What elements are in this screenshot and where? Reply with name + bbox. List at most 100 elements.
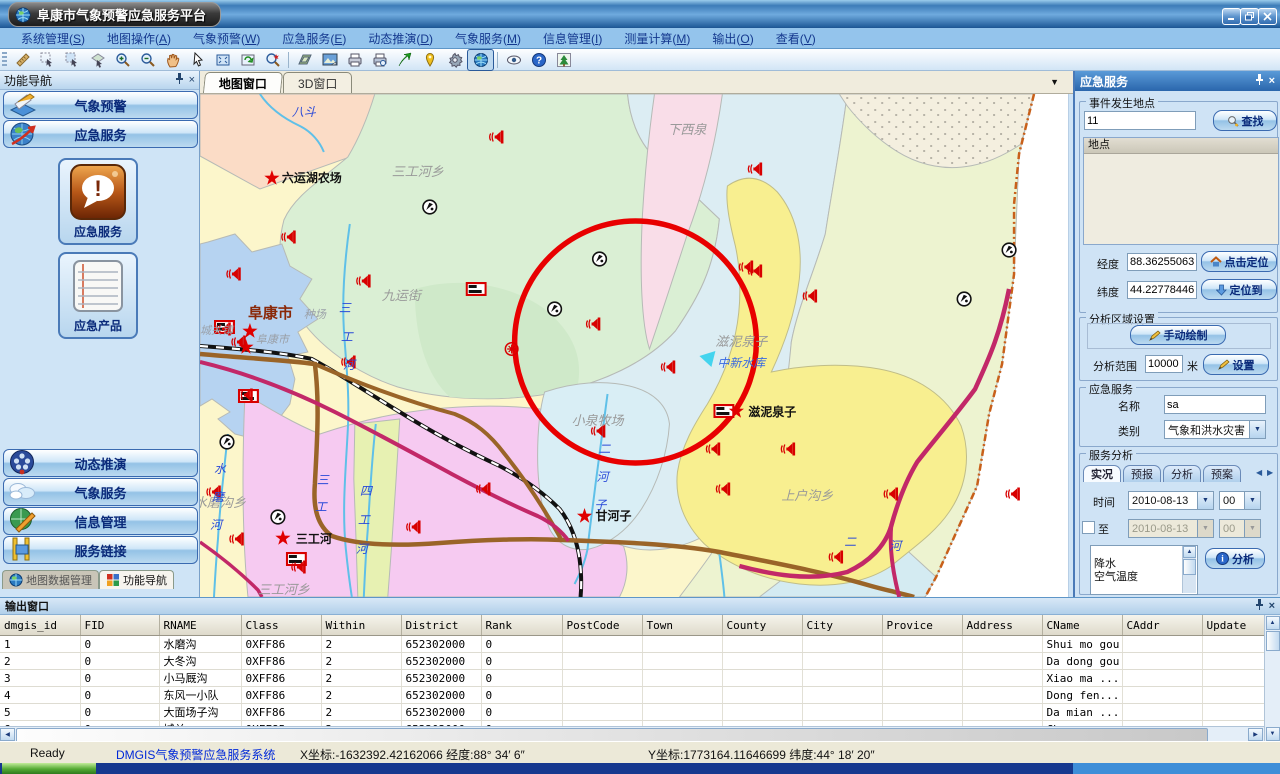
listbox-scrollbar[interactable]: ▲ — [1182, 546, 1196, 593]
select-area-button[interactable] — [85, 50, 110, 70]
find-button[interactable]: 查找 — [1213, 110, 1277, 131]
image-export-button[interactable] — [317, 50, 342, 70]
analysis-tab-实况[interactable]: 实况 — [1083, 465, 1121, 482]
hour-select[interactable]: 00▼ — [1219, 491, 1261, 510]
column-header[interactable]: Within — [321, 615, 401, 636]
green-arrow-button[interactable] — [392, 50, 417, 70]
menu-item[interactable]: 信息管理(I) — [532, 28, 613, 49]
column-header[interactable]: CName — [1042, 615, 1122, 636]
menu-item[interactable]: 地图操作(A) — [96, 28, 182, 49]
output-table[interactable]: dmgis_idFIDRNAMEClassWithinDistrictRankP… — [0, 615, 1264, 726]
service-name-input[interactable] — [1164, 395, 1266, 414]
column-header[interactable]: Provice — [882, 615, 962, 636]
locate-click-button[interactable]: 点击定位 — [1201, 251, 1277, 272]
chevron-down-icon[interactable]: ▼ — [1249, 421, 1265, 438]
column-header[interactable]: Address — [962, 615, 1042, 636]
layers-button[interactable] — [292, 50, 317, 70]
map-canvas[interactable]: 八斗六运湖农场三工河乡下西泉九运街阜康市种场城关镇阜康市滋泥泉子中新水库小泉牧场… — [200, 94, 1068, 597]
output-vscrollbar[interactable]: ▲ ▼ — [1264, 615, 1280, 742]
table-row[interactable]: 20大冬沟0XFF8626523020000Da dong gou — [0, 653, 1264, 670]
zoom-in-button[interactable] — [110, 50, 135, 70]
globe-button[interactable] — [467, 49, 494, 71]
help-button[interactable]: ? — [526, 50, 551, 70]
sidebar-item-信息管理[interactable]: 信息管理 — [3, 507, 198, 535]
column-header[interactable]: CAddr — [1122, 615, 1202, 636]
sidebar-item-服务链接[interactable]: 服务链接 — [3, 536, 198, 564]
analysis-tab-预案[interactable]: 预案 — [1203, 465, 1241, 482]
close-button[interactable] — [1258, 8, 1277, 25]
restore-button[interactable] — [1240, 8, 1259, 25]
location-list[interactable]: 地点 — [1083, 137, 1279, 245]
close-icon[interactable]: × — [1269, 601, 1275, 612]
element-listbox[interactable]: 降水空气温度 ▲ — [1090, 545, 1198, 595]
menu-item[interactable]: 输出(O) — [701, 28, 764, 49]
table-row[interactable]: 30小马厩沟0XFF8626523020000Xiao ma ... — [0, 670, 1264, 687]
pin-icon[interactable] — [1255, 74, 1264, 88]
analysis-tab-预报[interactable]: 预报 — [1123, 465, 1161, 482]
column-header[interactable]: City — [802, 615, 882, 636]
pin-icon[interactable] — [175, 73, 184, 87]
to-checkbox[interactable] — [1082, 521, 1095, 534]
menu-item[interactable]: 气象服务(M) — [444, 28, 532, 49]
column-header[interactable]: Class — [241, 615, 321, 636]
identify-button[interactable] — [260, 50, 285, 70]
menu-item[interactable]: 测量计算(M) — [613, 28, 701, 49]
pointer-button[interactable] — [185, 50, 210, 70]
pan-button[interactable] — [160, 50, 185, 70]
scroll-up-icon[interactable]: ▲ — [1266, 616, 1280, 630]
scroll-right-icon[interactable]: ▶ — [1248, 728, 1263, 741]
column-header[interactable]: PostCode — [562, 615, 642, 636]
category-select[interactable]: 气象和洪水灾害▼ — [1164, 420, 1266, 439]
scroll-left-icon[interactable]: ◀ — [0, 728, 15, 741]
close-icon[interactable]: × — [189, 75, 195, 86]
sidebar-item-动态推演[interactable]: 动态推演 — [3, 449, 198, 477]
chevron-down-icon[interactable]: ▼ — [1244, 492, 1260, 509]
refresh-button[interactable] — [235, 50, 260, 70]
location-search-input[interactable] — [1084, 111, 1196, 130]
scroll-up-icon[interactable]: ▲ — [1183, 546, 1196, 558]
column-header[interactable]: FID — [80, 615, 159, 636]
menu-item[interactable]: 系统管理(S) — [10, 28, 96, 49]
zoom-out-button[interactable] — [135, 50, 160, 70]
scroll-down-icon[interactable]: ▼ — [1266, 727, 1280, 741]
analyze-button[interactable]: i 分析 — [1205, 548, 1265, 569]
table-row[interactable]: 50大面场子沟0XFF8626523020000Da mian ... — [0, 704, 1264, 721]
sidebar-item-气象服务[interactable]: 气象服务 — [3, 478, 198, 506]
sidebar-item-应急服务[interactable]: 应急服务 — [3, 120, 198, 148]
sidebar-item-气象预警[interactable]: 气象预警 — [3, 91, 198, 119]
menu-item[interactable]: 应急服务(E) — [271, 28, 357, 49]
date-select[interactable]: 2010-08-13▼ — [1128, 491, 1214, 510]
latitude-input[interactable] — [1127, 281, 1197, 299]
analysis-tab-分析[interactable]: 分析 — [1163, 465, 1201, 482]
column-header[interactable]: dmgis_id — [0, 615, 80, 636]
table-row[interactable]: 10水磨沟0XFF8626523020000Shui mo gou — [0, 636, 1264, 653]
menu-item[interactable]: 动态推演(D) — [357, 28, 444, 49]
left-tab-地图数据管理[interactable]: 地图数据管理 — [2, 570, 99, 589]
map-tab-地图窗口[interactable]: 地图窗口 — [203, 72, 283, 93]
gear-button[interactable] — [442, 50, 467, 70]
pin-marker-button[interactable] — [417, 50, 442, 70]
set-button[interactable]: 设置 — [1203, 354, 1269, 375]
column-header[interactable]: RNAME — [159, 615, 241, 636]
tab-scroll-left-icon[interactable]: ◀ — [1256, 468, 1262, 477]
map-tab-dropdown-icon[interactable]: ▼ — [1050, 77, 1059, 87]
measure-button[interactable] — [10, 50, 35, 70]
column-header[interactable]: Rank — [481, 615, 562, 636]
minimize-button[interactable] — [1222, 8, 1241, 25]
pin-icon[interactable] — [1255, 599, 1264, 613]
big-button-应急服务[interactable]: !应急服务 — [58, 158, 138, 245]
left-tab-功能导航[interactable]: 功能导航 — [99, 570, 174, 589]
column-header[interactable]: Update — [1202, 615, 1264, 636]
full-extent-button[interactable] — [210, 50, 235, 70]
menu-item[interactable]: 查看(V) — [765, 28, 827, 49]
big-button-应急产品[interactable]: 应急产品 — [58, 252, 138, 339]
select-elem-button[interactable] — [60, 50, 85, 70]
location-list-header[interactable]: 地点 — [1084, 138, 1278, 154]
eye-button[interactable] — [501, 50, 526, 70]
menu-item[interactable]: 气象预警(W) — [182, 28, 271, 49]
analysis-range-input[interactable] — [1145, 355, 1183, 373]
column-header[interactable]: District — [401, 615, 481, 636]
close-icon[interactable]: × — [1269, 76, 1275, 87]
map-tab-3D窗口[interactable]: 3D窗口 — [283, 72, 352, 93]
longitude-input[interactable] — [1127, 253, 1197, 271]
